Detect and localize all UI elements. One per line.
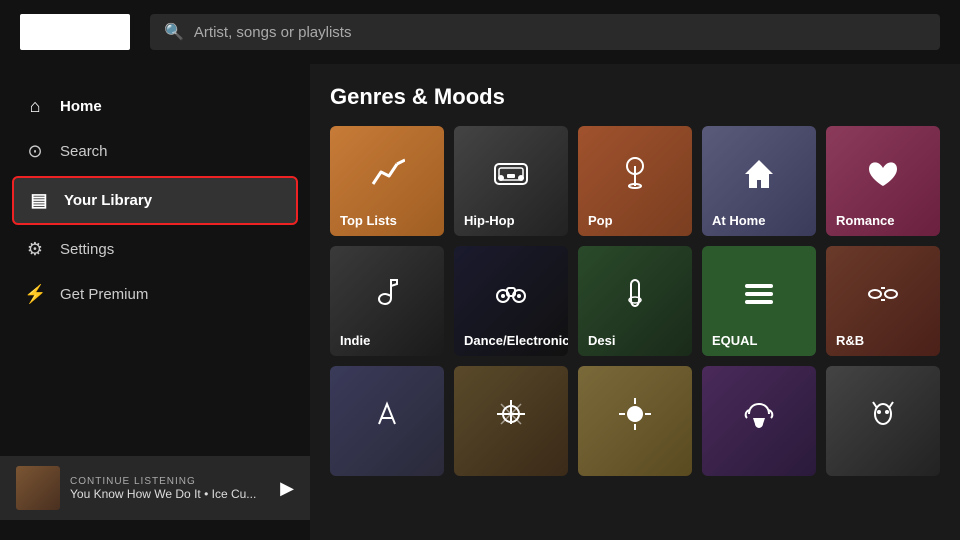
genre-label-equal: EQUAL xyxy=(712,333,758,348)
genre-card-at-home[interactable]: At Home xyxy=(702,126,816,236)
sidebar-item-library-label: Your Library xyxy=(64,192,152,209)
genre-card-row3b[interactable] xyxy=(454,366,568,476)
genre-card-hip-hop[interactable]: Hip-Hop xyxy=(454,126,568,236)
genre-icon-pop xyxy=(617,156,653,200)
genre-icon-equal xyxy=(741,276,777,320)
genre-card-romance[interactable]: Romance xyxy=(826,126,940,236)
sidebar-item-premium[interactable]: ⚡ Get Premium xyxy=(0,272,310,317)
genre-label-at-home: At Home xyxy=(712,213,765,228)
sidebar-item-settings[interactable]: ⚙ Settings xyxy=(0,227,310,272)
logo xyxy=(20,14,130,50)
genre-icon-row3e xyxy=(865,396,901,440)
genre-grid: Top Lists Hip-Hop Pop At Home Romance xyxy=(330,126,940,476)
genre-icon-top-lists xyxy=(369,156,405,200)
settings-icon: ⚙ xyxy=(24,239,46,260)
genre-icon-at-home xyxy=(741,156,777,200)
sidebar: ⌂ Home ⊙ Search ▤ Your Library ⚙ Setting… xyxy=(0,64,310,540)
section-title: Genres & Moods xyxy=(330,84,940,110)
genre-icon-row3a xyxy=(369,396,405,440)
search-nav-icon: ⊙ xyxy=(24,141,46,162)
genre-card-content-row3c xyxy=(578,366,692,476)
genre-icon-hip-hop xyxy=(493,156,529,200)
genre-card-content-row3b xyxy=(454,366,568,476)
sidebar-item-settings-label: Settings xyxy=(60,241,114,258)
genre-icon-indie xyxy=(369,276,405,320)
genre-card-dance-electronic[interactable]: Dance/Electronic xyxy=(454,246,568,356)
continue-song: You Know How We Do It • Ice Cu... xyxy=(70,487,270,501)
sidebar-item-home-label: Home xyxy=(60,98,102,115)
genre-label-top-lists: Top Lists xyxy=(340,213,397,228)
genre-card-row3c[interactable] xyxy=(578,366,692,476)
genre-card-indie[interactable]: Indie xyxy=(330,246,444,356)
search-input[interactable] xyxy=(194,24,926,41)
sidebar-item-library[interactable]: ▤ Your Library xyxy=(12,176,298,225)
continue-thumb xyxy=(16,466,60,510)
genre-label-indie: Indie xyxy=(340,333,370,348)
genre-icon-dance-electronic xyxy=(493,276,529,320)
genre-card-desi[interactable]: Desi xyxy=(578,246,692,356)
search-bar[interactable]: 🔍 xyxy=(150,14,940,50)
genre-icon-desi xyxy=(617,276,653,320)
genre-card-content-row3a xyxy=(330,366,444,476)
genre-card-row3a[interactable] xyxy=(330,366,444,476)
genre-card-rnb[interactable]: R&B xyxy=(826,246,940,356)
genre-card-equal[interactable]: EQUAL xyxy=(702,246,816,356)
content-area: Genres & Moods Top Lists Hip-Hop Pop At … xyxy=(310,64,960,540)
library-icon: ▤ xyxy=(28,190,50,211)
genre-label-pop: Pop xyxy=(588,213,613,228)
premium-icon: ⚡ xyxy=(24,284,46,305)
genre-label-romance: Romance xyxy=(836,213,895,228)
play-button[interactable]: ▶ xyxy=(280,478,294,499)
header: 🔍 xyxy=(0,0,960,64)
genre-card-content-row3d xyxy=(702,366,816,476)
genre-icon-row3c xyxy=(617,396,653,440)
sidebar-item-search[interactable]: ⊙ Search xyxy=(0,129,310,174)
genre-label-desi: Desi xyxy=(588,333,615,348)
continue-text: CONTINUE LISTENING You Know How We Do It… xyxy=(70,476,270,501)
genre-card-top-lists[interactable]: Top Lists xyxy=(330,126,444,236)
genre-card-content-row3e xyxy=(826,366,940,476)
genre-card-row3e[interactable] xyxy=(826,366,940,476)
genre-label-dance-electronic: Dance/Electronic xyxy=(464,333,568,348)
genre-card-row3d[interactable] xyxy=(702,366,816,476)
genre-icon-row3b xyxy=(493,396,529,440)
main-layout: ⌂ Home ⊙ Search ▤ Your Library ⚙ Setting… xyxy=(0,64,960,540)
search-icon: 🔍 xyxy=(164,22,184,42)
genre-label-rnb: R&B xyxy=(836,333,864,348)
sidebar-item-search-label: Search xyxy=(60,143,108,160)
sidebar-item-home[interactable]: ⌂ Home xyxy=(0,84,310,129)
continue-label: CONTINUE LISTENING xyxy=(70,476,270,487)
sidebar-item-premium-label: Get Premium xyxy=(60,286,148,303)
genre-label-hip-hop: Hip-Hop xyxy=(464,213,515,228)
genre-icon-row3d xyxy=(741,396,777,440)
home-icon: ⌂ xyxy=(24,96,46,117)
genre-card-pop[interactable]: Pop xyxy=(578,126,692,236)
genre-icon-rnb xyxy=(865,276,901,320)
continue-listening-bar[interactable]: CONTINUE LISTENING You Know How We Do It… xyxy=(0,456,310,520)
genre-icon-romance xyxy=(865,156,901,200)
